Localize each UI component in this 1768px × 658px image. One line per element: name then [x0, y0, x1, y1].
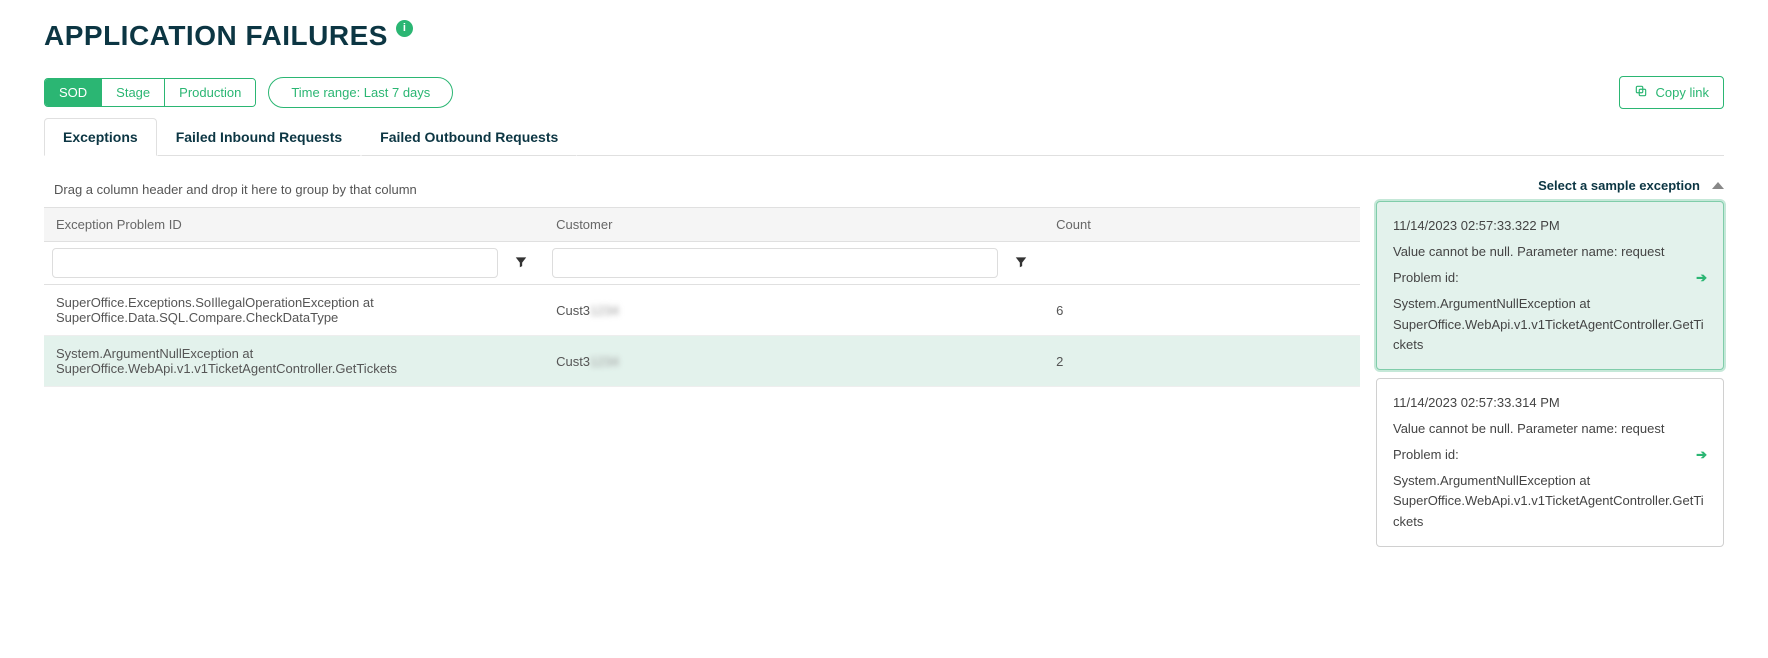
- filter-customer-input[interactable]: [552, 248, 998, 278]
- tab-failed-inbound[interactable]: Failed Inbound Requests: [157, 118, 361, 156]
- funnel-icon: [1014, 255, 1028, 272]
- group-by-hint[interactable]: Drag a column header and drop it here to…: [44, 178, 1360, 207]
- cell-exception: System.ArgumentNullException at SuperOff…: [44, 336, 544, 387]
- info-icon[interactable]: i: [396, 20, 413, 37]
- environment-toggle: SOD Stage Production: [44, 78, 256, 107]
- filter-customer-button[interactable]: [1006, 248, 1036, 278]
- copy-icon: [1634, 84, 1648, 101]
- arrow-right-icon[interactable]: ➔: [1696, 445, 1707, 465]
- filter-exception-input[interactable]: [52, 248, 498, 278]
- table-row[interactable]: System.ArgumentNullException at SuperOff…: [44, 336, 1360, 387]
- cell-exception: SuperOffice.Exceptions.SoIllegalOperatio…: [44, 285, 544, 336]
- sample-panel-header: Select a sample exception: [1538, 178, 1712, 193]
- copy-link-label: Copy link: [1656, 85, 1709, 100]
- exceptions-table: Exception Problem ID Customer Count: [44, 207, 1360, 387]
- cell-count: 6: [1044, 285, 1360, 336]
- filter-exception-button[interactable]: [506, 248, 536, 278]
- env-production-button[interactable]: Production: [165, 79, 255, 106]
- funnel-icon: [514, 255, 528, 272]
- col-header-count[interactable]: Count: [1044, 208, 1360, 242]
- col-header-customer[interactable]: Customer: [544, 208, 1044, 242]
- cell-customer: Cust31234: [544, 285, 1044, 336]
- env-stage-button[interactable]: Stage: [102, 79, 165, 106]
- page-title: APPLICATION FAILURES: [44, 20, 388, 52]
- sample-exception-card[interactable]: 11/14/2023 02:57:33.322 PM Value cannot …: [1376, 201, 1724, 370]
- sample-timestamp: 11/14/2023 02:57:33.314 PM: [1393, 393, 1707, 413]
- col-header-exception[interactable]: Exception Problem ID: [44, 208, 544, 242]
- copy-link-button[interactable]: Copy link: [1619, 76, 1724, 109]
- env-sod-button[interactable]: SOD: [45, 79, 102, 106]
- sample-message: Value cannot be null. Parameter name: re…: [1393, 242, 1707, 262]
- cell-count: 2: [1044, 336, 1360, 387]
- table-row[interactable]: SuperOffice.Exceptions.SoIllegalOperatio…: [44, 285, 1360, 336]
- sample-timestamp: 11/14/2023 02:57:33.322 PM: [1393, 216, 1707, 236]
- arrow-right-icon[interactable]: ➔: [1696, 268, 1707, 288]
- time-range-button[interactable]: Time range: Last 7 days: [268, 77, 453, 108]
- tab-failed-outbound[interactable]: Failed Outbound Requests: [361, 118, 577, 156]
- tab-exceptions[interactable]: Exceptions: [44, 118, 157, 156]
- cell-customer: Cust31234: [544, 336, 1044, 387]
- sample-problem-id-label: Problem id:: [1393, 268, 1459, 288]
- tabstrip: Exceptions Failed Inbound Requests Faile…: [44, 117, 1724, 156]
- sample-message: Value cannot be null. Parameter name: re…: [1393, 419, 1707, 439]
- sample-exception-card[interactable]: 11/14/2023 02:57:33.314 PM Value cannot …: [1376, 378, 1724, 547]
- sample-problem-id-label: Problem id:: [1393, 445, 1459, 465]
- collapse-icon[interactable]: [1712, 182, 1724, 189]
- sample-exception-text: System.ArgumentNullException at SuperOff…: [1393, 294, 1707, 354]
- sample-exception-text: System.ArgumentNullException at SuperOff…: [1393, 471, 1707, 531]
